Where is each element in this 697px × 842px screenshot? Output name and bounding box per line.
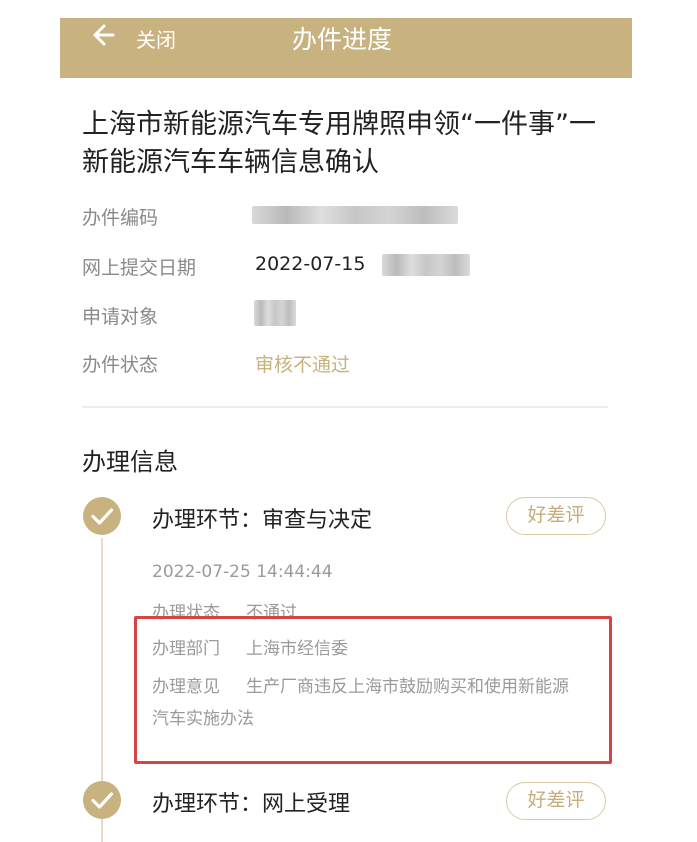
case-status-value: 审核不通过 — [255, 354, 351, 376]
applicant-redacted — [254, 300, 296, 326]
page-title: 办件进度 — [292, 25, 393, 54]
submit-time-redacted — [382, 254, 470, 276]
step-title: 办理环节：审查与决定 — [152, 508, 373, 533]
submit-date-label: 网上提交日期 — [82, 257, 197, 279]
check-circle-icon — [83, 781, 121, 819]
rate-button[interactable]: 好差评 — [506, 782, 606, 820]
case-code-label: 办件编码 — [82, 207, 159, 229]
case-title: 上海市新能源汽车专用牌照申领“一件事”一新能源汽车车辆信息确认 — [82, 109, 596, 178]
case-status-label: 办件状态 — [82, 354, 159, 376]
check-circle-icon — [83, 497, 121, 535]
highlight-box — [134, 616, 612, 764]
applicant-label: 申请对象 — [82, 306, 159, 328]
step-datetime: 2022-07-25 14:44:44 — [152, 562, 333, 582]
rate-button[interactable]: 好差评 — [506, 497, 606, 535]
close-button[interactable]: 关闭 — [136, 24, 176, 53]
divider — [82, 406, 608, 408]
submit-date-value: 2022-07-15 — [255, 253, 366, 275]
section-title: 办理信息 — [82, 448, 178, 476]
step-title: 办理环节：网上受理 — [152, 792, 351, 817]
back-arrow-icon[interactable] — [88, 21, 116, 49]
case-code-redacted — [252, 206, 458, 224]
